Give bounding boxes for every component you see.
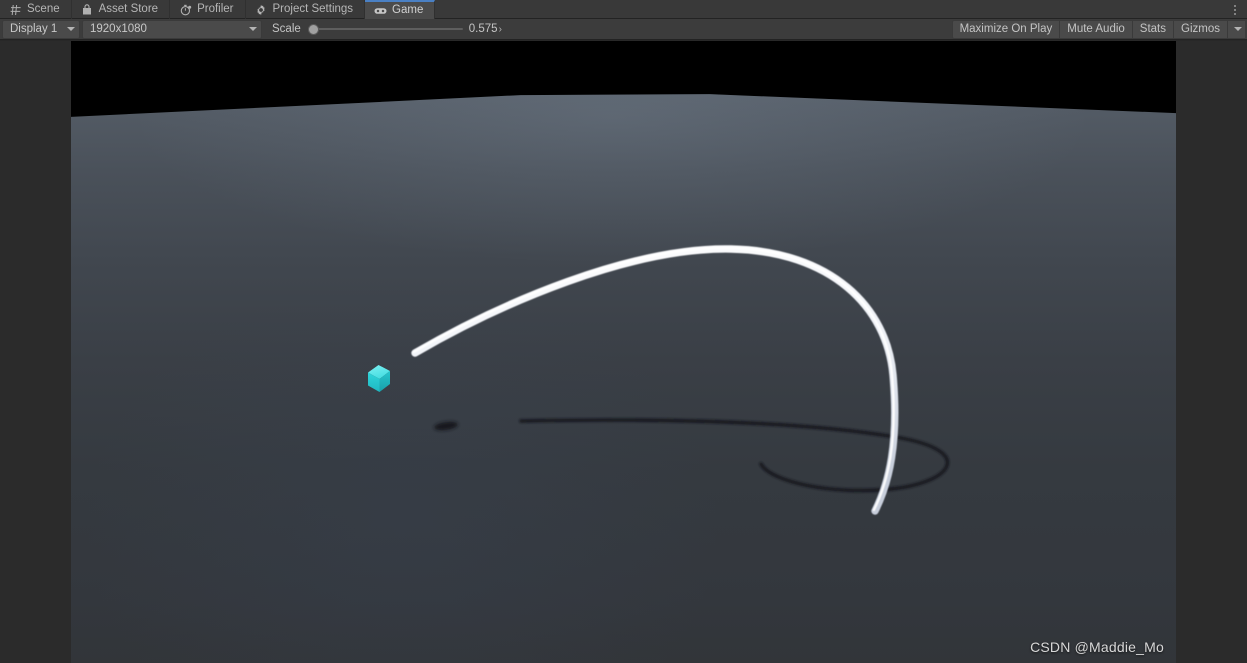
tab-label: Project Settings	[272, 3, 354, 15]
game-view-toolbar: Display 1 1920x1080 Scale 0.575 › Maximi…	[0, 19, 1247, 40]
scene-objects	[368, 245, 950, 515]
watermark-text: CSDN @Maddie_Mo	[1030, 639, 1164, 655]
tab-label: Scene	[27, 3, 60, 15]
stopwatch-icon	[179, 3, 192, 16]
scale-slider-knob[interactable]	[307, 23, 319, 35]
gizmos-button[interactable]: Gizmos	[1173, 19, 1245, 39]
kebab-menu-icon[interactable]	[1223, 0, 1247, 19]
cyan-cube	[368, 365, 390, 392]
shopping-bag-icon	[81, 3, 94, 16]
tab-scene[interactable]: Scene	[0, 0, 72, 19]
editor-tab-bar: Scene Asset Store Profiler Project Setti…	[0, 0, 1247, 19]
tab-bar-spacer	[435, 0, 1223, 18]
scale-slider-track	[307, 28, 463, 30]
trail-arc	[411, 245, 899, 515]
game-render-surface[interactable]: CSDN @Maddie_Mo	[71, 41, 1176, 663]
tab-label: Game	[392, 4, 424, 16]
tab-game[interactable]: Game	[365, 0, 436, 19]
scale-slider[interactable]	[307, 22, 463, 36]
scale-value: 0.575	[468, 23, 498, 35]
chevron-down-icon	[67, 27, 75, 31]
chevron-down-icon	[249, 27, 257, 31]
chevron-down-icon[interactable]	[1227, 20, 1242, 38]
gamepad-icon	[374, 4, 387, 17]
tab-profiler[interactable]: Profiler	[170, 0, 246, 19]
maximize-on-play-button[interactable]: Maximize On Play	[951, 19, 1060, 39]
gear-icon	[255, 3, 268, 16]
grid-icon	[9, 3, 22, 16]
resolution-dropdown[interactable]: 1920x1080	[82, 19, 262, 39]
game-view-area[interactable]: CSDN @Maddie_Mo	[0, 41, 1247, 663]
resolution-dropdown-label: 1920x1080	[90, 23, 147, 35]
scale-label: Scale	[272, 23, 301, 35]
scale-control: Scale 0.575 ›	[272, 20, 502, 39]
chevron-right-icon: ›	[498, 23, 502, 35]
cube-shadow	[434, 421, 458, 431]
stats-button[interactable]: Stats	[1131, 19, 1174, 39]
mute-audio-button[interactable]: Mute Audio	[1059, 19, 1132, 39]
display-dropdown[interactable]: Display 1	[2, 19, 80, 39]
unity-editor-window: Scene Asset Store Profiler Project Setti…	[0, 0, 1247, 663]
display-dropdown-label: Display 1	[10, 23, 58, 35]
gizmos-label: Gizmos	[1181, 23, 1220, 35]
tab-label: Profiler	[197, 3, 234, 15]
tab-label: Asset Store	[98, 3, 159, 15]
tab-project-settings[interactable]: Project Settings	[246, 0, 366, 19]
tab-asset-store[interactable]: Asset Store	[72, 0, 171, 19]
